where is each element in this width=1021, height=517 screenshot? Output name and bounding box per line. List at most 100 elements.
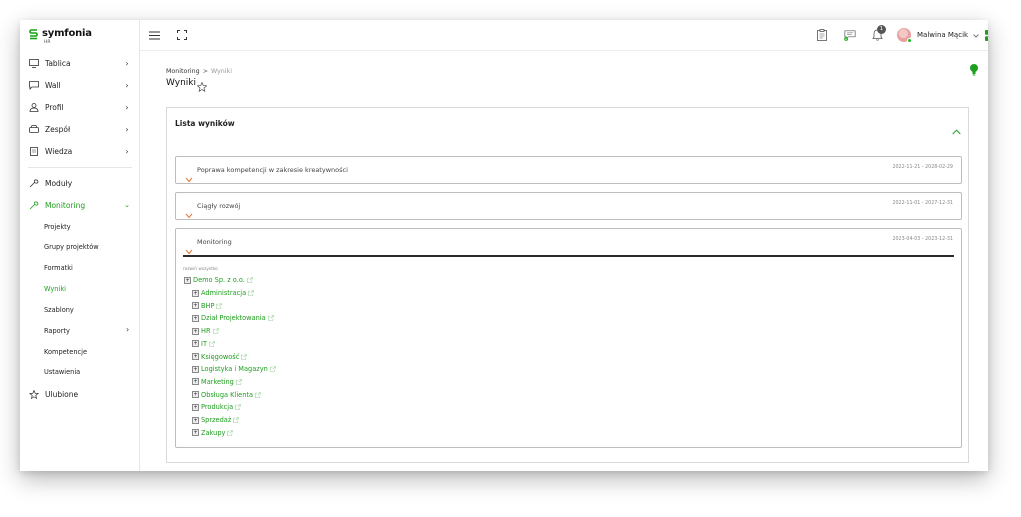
expand-all-link[interactable]: rozwiń wszystko bbox=[183, 267, 218, 272]
expand-plus-icon[interactable]: + bbox=[192, 353, 199, 360]
online-status-dot bbox=[907, 38, 912, 43]
sidebar-item-label: Moduły bbox=[45, 178, 73, 188]
favorite-star-icon[interactable] bbox=[196, 77, 208, 93]
sidebar-subitem-szablony[interactable]: Szablony bbox=[44, 304, 74, 316]
tree-node[interactable]: + Produkcja bbox=[192, 402, 241, 412]
expand-plus-icon[interactable]: + bbox=[192, 340, 199, 348]
tree-node[interactable]: + Dział Projektowania bbox=[192, 313, 274, 323]
card-title: Lista wyników bbox=[175, 119, 235, 128]
external-link-icon[interactable] bbox=[255, 391, 261, 398]
chevron-right-icon: › bbox=[125, 146, 129, 156]
expand-plus-icon[interactable]: + bbox=[184, 276, 191, 284]
accordion-item[interactable]: Poprawa kompetencji w zakresie kreatywno… bbox=[175, 156, 962, 184]
external-link-icon[interactable] bbox=[216, 302, 223, 309]
expand-plus-icon[interactable]: + bbox=[192, 289, 199, 297]
sidebar-subitem-wyniki[interactable]: Wyniki bbox=[44, 283, 66, 295]
sidebar-subitem-projekty[interactable]: Projekty bbox=[44, 221, 71, 233]
expand-plus-icon[interactable]: + bbox=[192, 403, 199, 411]
chevron-up-icon[interactable] bbox=[952, 120, 961, 135]
accordion-item-expanded[interactable]: Monitoring 2023-04-03 - 2023-12-31 rozwi… bbox=[175, 228, 962, 448]
chevron-down-icon[interactable] bbox=[185, 240, 193, 255]
tree-node-label[interactable]: Księgowość bbox=[201, 353, 239, 361]
tree-node-label[interactable]: Administracja bbox=[201, 289, 246, 297]
tree-node-label[interactable]: Logistyka i Magazyn bbox=[201, 365, 268, 373]
sidebar-item-monitoring[interactable]: Monitoring ⌄ bbox=[20, 196, 140, 214]
breadcrumb-current: Wyniki bbox=[210, 68, 232, 75]
external-link-icon[interactable] bbox=[236, 379, 242, 385]
tree-node-label[interactable]: Produkcja bbox=[201, 403, 233, 411]
accordion-title: Ciągły rozwój bbox=[197, 202, 241, 210]
expand-plus-icon[interactable]: + bbox=[192, 314, 199, 322]
tree-node-label[interactable]: Sprzedaż bbox=[201, 416, 231, 424]
tree-node[interactable]: + Sprzedaż bbox=[192, 415, 240, 425]
expand-plus-icon[interactable]: + bbox=[192, 378, 199, 386]
tree-node-label[interactable]: BHP bbox=[201, 302, 214, 310]
expand-plus-icon[interactable]: + bbox=[192, 416, 199, 424]
chevron-down-icon[interactable] bbox=[185, 204, 193, 219]
tree-node-label[interactable]: Zakupy bbox=[201, 429, 225, 437]
chevron-down-icon[interactable] bbox=[972, 30, 979, 42]
tree-node-label[interactable]: Marketing bbox=[201, 378, 234, 386]
tree-node-label[interactable]: Dział Projektowania bbox=[201, 314, 266, 322]
sidebar-item-wall[interactable]: Wall › bbox=[20, 76, 140, 94]
logo[interactable]: symfonia bbox=[29, 28, 92, 44]
expand-plus-icon[interactable]: + bbox=[192, 391, 199, 399]
external-link-icon[interactable] bbox=[241, 353, 248, 360]
page-title: Wyniki bbox=[166, 78, 196, 88]
sidebar-item-ulubione[interactable]: Ulubione bbox=[20, 385, 140, 403]
tree-node-label[interactable]: IT bbox=[201, 340, 207, 348]
sidebar-item-wiedza[interactable]: Wiedza › bbox=[20, 142, 140, 160]
tree-node[interactable]: + HR bbox=[192, 326, 219, 336]
expand-plus-icon[interactable]: + bbox=[192, 365, 199, 373]
breadcrumb-parent[interactable]: Monitoring bbox=[166, 68, 200, 75]
external-link-icon[interactable] bbox=[235, 404, 241, 411]
fullscreen-icon[interactable] bbox=[176, 29, 188, 41]
breadcrumb: Monitoring > Wyniki bbox=[166, 68, 232, 75]
tree-node-label[interactable]: Demo Sp. z o.o. bbox=[193, 276, 245, 284]
tree-node-label[interactable]: HR bbox=[201, 327, 211, 335]
external-link-icon[interactable] bbox=[267, 315, 274, 322]
external-link-icon[interactable] bbox=[233, 417, 240, 423]
tree-node[interactable]: + Marketing bbox=[192, 377, 242, 387]
clipboard-icon[interactable] bbox=[816, 29, 828, 41]
sidebar-item-moduly[interactable]: Moduły bbox=[20, 174, 140, 192]
tree-node[interactable]: + Logistyka i Magazyn bbox=[192, 364, 276, 374]
expand-plus-icon[interactable]: + bbox=[192, 327, 199, 335]
tree-node[interactable]: + Księgowość bbox=[192, 352, 248, 362]
external-link-icon[interactable] bbox=[209, 340, 215, 347]
external-link-icon[interactable] bbox=[247, 277, 253, 283]
external-link-icon[interactable] bbox=[270, 366, 276, 372]
tree-node[interactable]: + BHP bbox=[192, 301, 223, 311]
tree-node[interactable]: + Zakupy bbox=[192, 428, 234, 438]
sidebar-item-zespol[interactable]: Zespół › bbox=[20, 120, 140, 138]
hamburger-menu-icon[interactable] bbox=[148, 29, 160, 41]
external-link-icon[interactable] bbox=[248, 290, 254, 296]
wrench-icon bbox=[29, 179, 39, 188]
tree-node-root[interactable]: + Demo Sp. z o.o. bbox=[184, 275, 253, 285]
sidebar-subitem-kompetencje[interactable]: Kompetencje bbox=[44, 346, 87, 358]
tree-node[interactable]: + IT bbox=[192, 339, 215, 349]
user-icon bbox=[29, 102, 39, 112]
user-name[interactable]: Malwina Mącik bbox=[917, 31, 968, 39]
apps-grid-icon[interactable] bbox=[984, 29, 988, 41]
app-window: symfonia HR Tablica › Wall › Profil › Ze… bbox=[20, 20, 988, 471]
accordion-item[interactable]: Ciągły rozwój 2022-11-01 - 2027-12-31 bbox=[175, 192, 962, 220]
accordion-divider bbox=[183, 255, 954, 257]
tree-node-label[interactable]: Obsługa Klienta bbox=[201, 391, 253, 399]
tree-node[interactable]: + Administracja bbox=[192, 288, 254, 298]
sidebar-item-tablica[interactable]: Tablica › bbox=[20, 54, 140, 72]
sidebar-subitem-grupy-projektow[interactable]: Grupy projektów bbox=[44, 241, 99, 253]
sidebar-subitem-formatki[interactable]: Formatki bbox=[44, 262, 73, 274]
expand-plus-icon[interactable]: + bbox=[192, 302, 199, 310]
external-link-icon[interactable] bbox=[227, 429, 234, 436]
sidebar-subitem-raporty[interactable]: Raporty bbox=[44, 325, 70, 337]
external-link-icon[interactable] bbox=[212, 328, 219, 334]
sidebar-subitem-ustawienia[interactable]: Ustawienia bbox=[44, 366, 80, 378]
expand-plus-icon[interactable]: + bbox=[192, 429, 199, 437]
lightbulb-icon[interactable] bbox=[969, 62, 979, 76]
tree-node[interactable]: + Obsługa Klienta bbox=[192, 390, 261, 400]
messages-icon[interactable] bbox=[844, 29, 856, 41]
chevron-right-icon: › bbox=[125, 80, 129, 90]
chevron-down-icon[interactable] bbox=[185, 168, 193, 183]
sidebar-item-profil[interactable]: Profil › bbox=[20, 98, 140, 116]
